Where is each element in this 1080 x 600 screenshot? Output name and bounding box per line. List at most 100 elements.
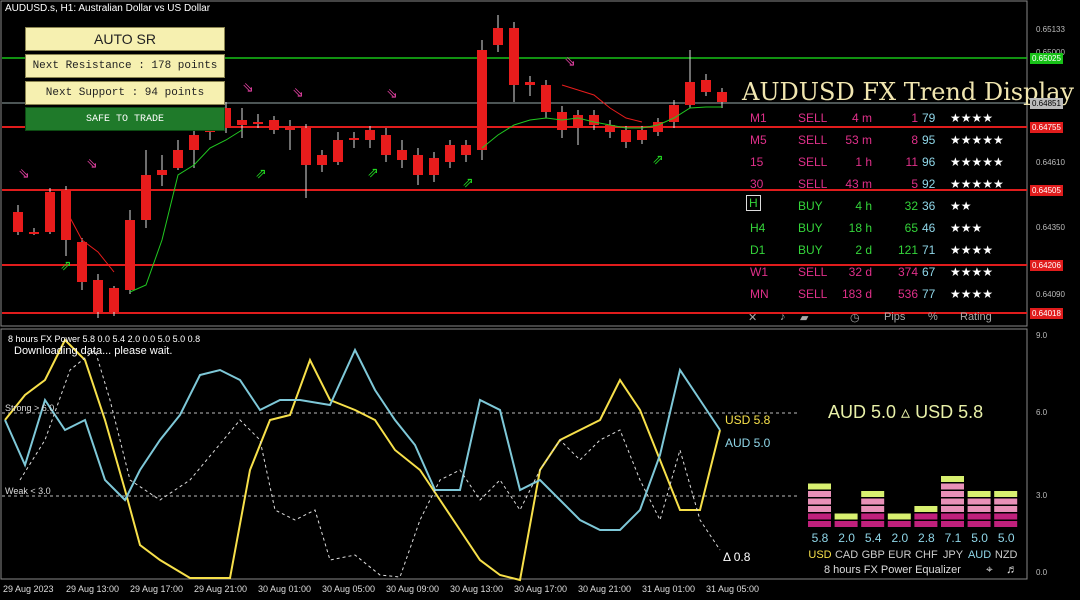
trend-pct: 36 [922, 199, 936, 213]
price-level-tag: 0.65025 [1030, 53, 1063, 64]
buy-arrow-icon: ⇗ [60, 258, 72, 274]
time-tick: 29 Aug 2023 [3, 584, 54, 594]
trend-tf[interactable]: D1 [750, 243, 765, 257]
time-tick: 29 Aug 21:00 [194, 584, 248, 594]
equalizer-bar [994, 498, 1018, 505]
candle-body [461, 145, 471, 155]
close-icon[interactable]: ✕ [748, 311, 757, 324]
trend-pct: 95 [922, 133, 936, 147]
delta-line [19, 349, 721, 578]
candle-body [429, 158, 439, 175]
trend-tf[interactable]: H4 [750, 221, 765, 235]
trend-pct: 92 [922, 177, 936, 191]
equalizer-bar [941, 513, 964, 520]
equalizer-value: 5.8 [811, 531, 829, 545]
aud-strength-line [4, 347, 721, 531]
equalizer-bar [834, 521, 858, 527]
trend-dir: SELL [798, 287, 828, 301]
time-tick: 31 Aug 01:00 [642, 584, 696, 594]
pips-header: Pips [884, 311, 906, 323]
candle-body [621, 130, 631, 142]
sell-arrow-icon: ⇘ [18, 166, 30, 182]
equalizer-bar [941, 476, 964, 482]
equalizer-bar [808, 491, 831, 497]
trend-age: 183 d [842, 287, 873, 301]
music-note-icon[interactable]: ♪ [780, 311, 786, 323]
trend-tf[interactable]: H [746, 195, 761, 211]
next-resistance-label: Next Resistance : 178 points [25, 54, 225, 78]
candle-body [141, 175, 151, 220]
equalizer-bar [967, 513, 991, 520]
sell-arrow-icon: ⇘ [86, 156, 98, 172]
candle-body [637, 130, 647, 140]
indicator-tick: 0.0 [1036, 568, 1048, 577]
equalizer-bar [808, 513, 831, 520]
equalizer-bar [994, 506, 1018, 512]
time-tick: 30 Aug 21:00 [578, 584, 632, 594]
equalizer-bar [941, 491, 964, 497]
trend-tf[interactable]: M5 [750, 133, 767, 147]
aud-line-label: AUD 5.0 [725, 436, 771, 450]
equalizer-bar [967, 521, 991, 527]
equalizer-bar [887, 521, 911, 527]
clock-icon[interactable]: ◷ [850, 311, 860, 324]
trend-pips: 32 [904, 199, 918, 213]
trend-icon[interactable]: ▰ [800, 311, 808, 324]
equalizer-bar [861, 498, 885, 505]
candle-body [509, 28, 519, 85]
candle-body [365, 130, 375, 140]
equalizer-value: 5.4 [864, 531, 882, 545]
trend-tf[interactable]: 30 [750, 177, 763, 191]
strong-level-label: Strong > 6.0 [5, 403, 55, 413]
trend-tf[interactable]: W1 [750, 265, 768, 279]
candle-body [301, 128, 311, 165]
equalizer-bar [914, 513, 938, 520]
equalizer-bar [994, 491, 1018, 497]
indicator-tick: 3.0 [1036, 491, 1048, 500]
equalizer-currency: CHF [915, 549, 938, 561]
trend-pips: 5 [911, 177, 918, 191]
crosshair-icon[interactable]: ⌖ [986, 562, 993, 577]
candle-body [109, 288, 119, 312]
trend-tf[interactable]: M1 [750, 111, 767, 125]
time-tick: 30 Aug 01:00 [258, 584, 312, 594]
trend-tf[interactable]: 15 [750, 155, 763, 169]
equalizer-currency: CAD [834, 549, 859, 561]
trend-age: 2 d [855, 243, 872, 257]
pair-strength-text: AUD 5.0 ▵ USD 5.8 [828, 402, 984, 422]
time-tick: 30 Aug 13:00 [450, 584, 504, 594]
symbol-title: AUDUSD.s, H1: Australian Dollar vs US Do… [5, 3, 211, 14]
trend-tf[interactable]: MN [750, 287, 769, 301]
equalizer-currency: AUD [967, 549, 992, 561]
trend-dir: SELL [798, 111, 828, 125]
price-level-tag: 0.64851 [1030, 98, 1063, 109]
equalizer-bar [861, 506, 885, 512]
candle-body [125, 220, 135, 290]
download-status: Downloading data... please wait. [14, 345, 173, 357]
usd-line-label: USD 5.8 [725, 413, 771, 427]
equalizer-bar [994, 513, 1018, 520]
weak-level-label: Weak < 3.0 [5, 486, 51, 496]
trend-age: 1 h [855, 155, 872, 169]
time-tick: 30 Aug 17:00 [514, 584, 568, 594]
time-tick: 29 Aug 17:00 [130, 584, 184, 594]
equalizer-value: 2.8 [918, 531, 935, 545]
candle-body [173, 150, 183, 168]
sell-arrow-icon: ⇘ [564, 54, 576, 70]
equalizer-bar [861, 521, 885, 527]
trend-pips: 1 [911, 111, 918, 125]
candle-body [269, 120, 279, 130]
price-tick: 0.64090 [1036, 290, 1065, 299]
equalizer-value: 2.0 [891, 531, 909, 545]
auto-sr-button[interactable]: AUTO SR [25, 27, 225, 51]
candle-body [29, 232, 39, 234]
buy-arrow-icon: ⇗ [367, 165, 379, 181]
equalizer-footer: 8 hours FX Power Equalizer [824, 564, 961, 576]
sell-arrow-icon: ⇘ [242, 80, 254, 96]
music-note-icon[interactable]: ♬ [1006, 562, 1018, 576]
candle-body [445, 145, 455, 162]
trend-stars: ★★★★★ [950, 155, 1004, 169]
time-tick: 30 Aug 09:00 [386, 584, 440, 594]
candle-body [349, 138, 359, 140]
trend-dir: SELL [798, 265, 828, 279]
